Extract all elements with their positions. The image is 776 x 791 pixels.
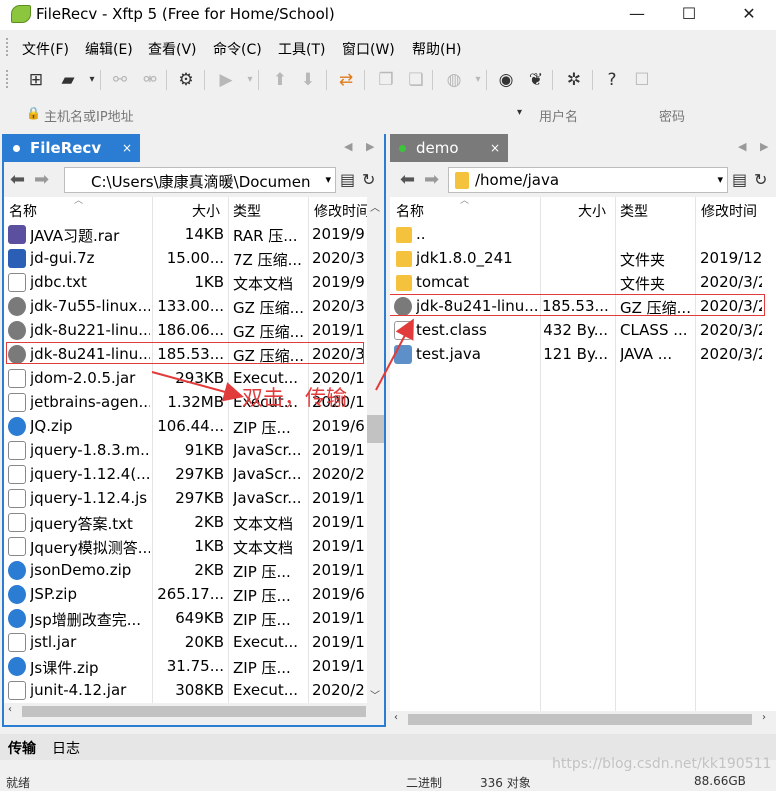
- tab-transfer[interactable]: 传输: [8, 738, 36, 758]
- status-ready: 就绪: [6, 776, 31, 790]
- annotation-layer: [151, 318, 414, 402]
- annotation-arrow-right: [375, 318, 414, 391]
- annotation-arrow-left: [151, 371, 244, 402]
- watermark: https://blog.csdn.net/kk190511: [552, 756, 772, 772]
- status-transfer-mode: 二进制: [406, 776, 443, 790]
- status-total-size: 88.66GB: [694, 774, 746, 788]
- status-object-count: 336 对象: [480, 776, 531, 790]
- annotation-text: 双击，传输: [242, 386, 347, 410]
- tab-log[interactable]: 日志: [52, 738, 80, 758]
